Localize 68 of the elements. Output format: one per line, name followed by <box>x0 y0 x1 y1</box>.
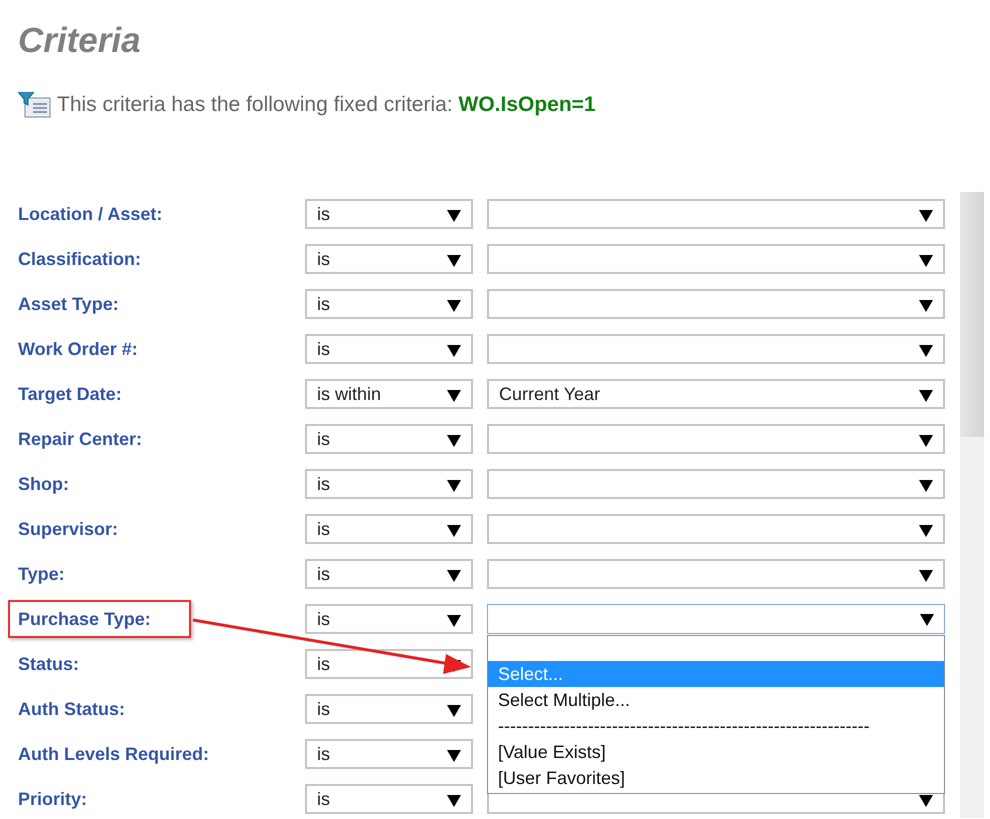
operator-select[interactable]: is <box>305 739 473 769</box>
dropdown-arrow-icon <box>447 210 461 222</box>
operator-select[interactable]: is <box>305 784 473 814</box>
operator-select[interactable]: is within <box>305 379 473 409</box>
dropdown-option[interactable]: [User Favorites] <box>488 765 944 791</box>
dropdown-arrow-icon <box>919 345 933 357</box>
value-select[interactable] <box>487 559 945 589</box>
operator-select[interactable]: is <box>305 199 473 229</box>
fixed-criteria-text: This criteria has the following fixed criteria: WO.IsOpen=1 <box>57 93 596 117</box>
value-select[interactable] <box>487 244 945 274</box>
dropdown-arrow-icon <box>447 525 461 537</box>
operator-select[interactable]: is <box>305 469 473 499</box>
dropdown-arrow-icon <box>447 795 461 807</box>
dropdown-arrow-icon <box>447 570 461 582</box>
dropdown-option[interactable]: [Value Exists] <box>488 739 944 765</box>
operator-select[interactable]: is <box>305 289 473 319</box>
field-label: Classification: <box>18 248 142 270</box>
field-label: Location / Asset: <box>18 204 162 224</box>
field-label: Repair Center: <box>18 428 142 450</box>
field-label: Status: <box>18 654 80 674</box>
operator-select[interactable]: is <box>305 559 473 589</box>
filter-list-icon <box>18 92 51 118</box>
value-select[interactable]: Current Year <box>487 379 945 409</box>
operator-select[interactable]: is <box>305 244 473 274</box>
operator-select[interactable]: is <box>305 514 473 544</box>
value-select[interactable] <box>487 424 945 454</box>
dropdown-arrow-icon <box>447 300 461 312</box>
field-label: Auth Levels Required: <box>18 744 210 764</box>
value-select[interactable] <box>487 334 945 364</box>
field-label: Target Date: <box>18 384 122 404</box>
dropdown-arrow-icon <box>447 615 461 627</box>
dropdown-arrow-icon <box>919 525 933 537</box>
operator-select[interactable]: is <box>305 649 473 679</box>
dropdown-arrow-icon <box>447 255 461 267</box>
value-select[interactable] <box>487 289 945 319</box>
dropdown-arrow-icon <box>919 255 933 267</box>
operator-select[interactable]: is <box>305 424 473 454</box>
dropdown-option[interactable]: Select Multiple... <box>488 687 944 713</box>
scrollbar[interactable] <box>960 192 984 818</box>
dropdown-arrow-icon <box>919 210 933 222</box>
value-select[interactable] <box>487 469 945 499</box>
dropdown-arrow-icon <box>919 300 933 312</box>
field-label: Asset Type: <box>18 294 119 314</box>
dropdown-arrow-icon <box>447 435 461 447</box>
value-select[interactable] <box>487 514 945 544</box>
field-label: Priority: <box>18 788 88 810</box>
operator-select[interactable]: is <box>305 604 473 634</box>
field-label: Shop: <box>18 474 69 494</box>
dropdown-arrow-icon <box>447 480 461 492</box>
operator-select[interactable]: is <box>305 694 473 724</box>
field-label: Auth Status: <box>18 698 125 720</box>
page-title: Criteria <box>18 20 142 62</box>
dropdown-arrow-icon <box>919 390 933 402</box>
field-label: Supervisor: <box>18 518 118 540</box>
dropdown-arrow-icon <box>447 705 461 717</box>
dropdown-arrow-icon <box>447 345 461 357</box>
value-select[interactable] <box>487 199 945 229</box>
dropdown-arrow-icon <box>919 480 933 492</box>
field-label: Type: <box>18 564 65 584</box>
dropdown-arrow-icon <box>919 435 933 447</box>
field-label: Purchase Type: <box>18 608 151 630</box>
dropdown-arrow-icon <box>447 750 461 762</box>
dropdown-arrow-icon <box>919 570 933 582</box>
dropdown-option[interactable]: -------------------------------------------------------------- <box>488 713 944 739</box>
dropdown-arrow-icon <box>919 795 933 807</box>
field-label: Work Order #: <box>18 338 138 360</box>
dropdown-arrow-icon <box>447 390 461 402</box>
operator-select[interactable]: is <box>305 334 473 364</box>
